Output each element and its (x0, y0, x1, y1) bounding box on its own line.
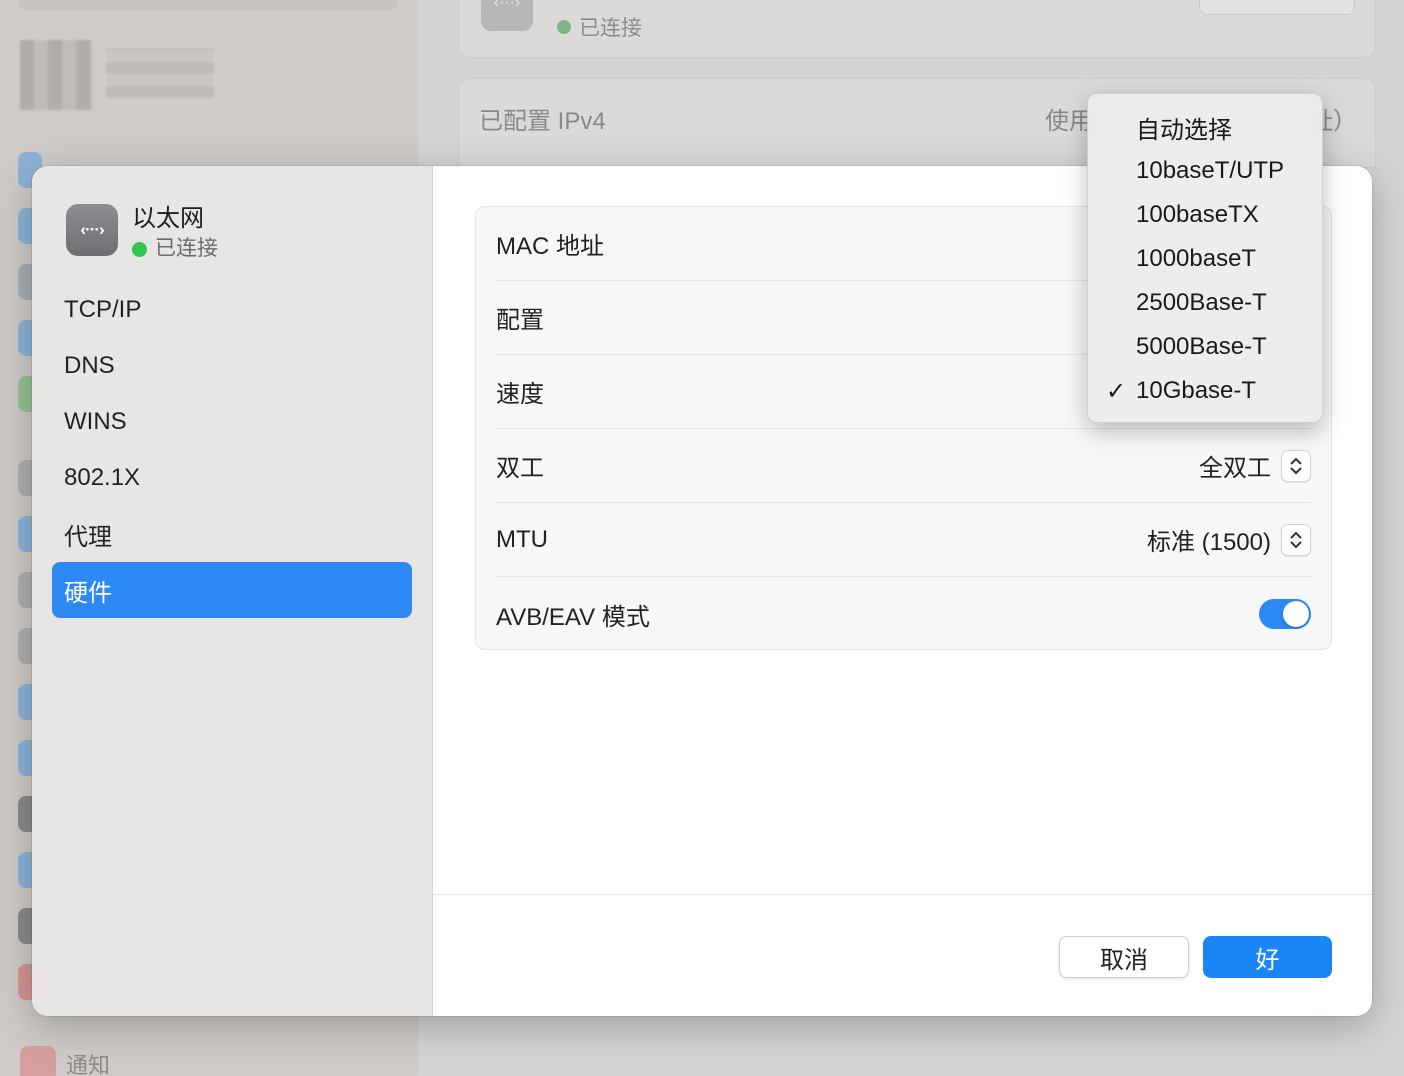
ethernet-icon: ‹···› (481, 0, 533, 31)
avb-eav-row: AVB/EAV 模式 (496, 577, 1311, 651)
speed-option-1000baset[interactable]: 1000baseT (1088, 237, 1322, 281)
nav-item-tcpip[interactable]: TCP/IP (52, 282, 412, 338)
background-sidebar-notifications: 通知 (20, 1046, 110, 1076)
details-sidebar: ‹···› 以太网 已连接 TCP/IP DNS WINS 802.1X 代理 … (32, 166, 433, 1016)
speed-option-10gbase-t[interactable]: ✓ 10Gbase-T (1088, 369, 1322, 413)
interface-header: ‹···› 以太网 已连接 (66, 204, 218, 264)
speed-option-100basetx[interactable]: 100baseTX (1088, 193, 1322, 237)
up-down-chevron-icon (1281, 449, 1311, 482)
speed-option-10baset-utp[interactable]: 10baseT/UTP (1088, 149, 1322, 193)
connected-status-dot (132, 241, 147, 257)
status-dot (557, 20, 571, 34)
duplex-popup-button[interactable]: 全双工 (1199, 448, 1311, 483)
interface-status: 已连接 (132, 234, 218, 264)
speed-popup-menu: 自动选择 10baseT/UTP 100baseTX 1000baseT 250… (1087, 93, 1323, 423)
details-nav: TCP/IP DNS WINS 802.1X 代理 硬件 (52, 282, 412, 618)
ethernet-icon: ‹···› (66, 204, 118, 256)
blurred-account-name (106, 48, 214, 98)
details-button (1199, 0, 1355, 15)
speed-option-5000base-t[interactable]: 5000Base-T (1088, 325, 1322, 369)
nav-item-wins[interactable]: WINS (52, 394, 412, 450)
up-down-chevron-icon (1281, 523, 1311, 556)
nav-item-hardware[interactable]: 硬件 (52, 562, 412, 618)
interface-name: 以太网 (132, 205, 204, 232)
nav-item-8021x[interactable]: 802.1X (52, 450, 412, 506)
mtu-row: MTU 标准 (1500) (496, 503, 1311, 577)
cancel-button[interactable]: 取消 (1059, 936, 1189, 978)
speed-option-auto[interactable]: 自动选择 (1088, 105, 1322, 149)
mtu-popup-button[interactable]: 标准 (1500) (1147, 522, 1311, 557)
background-interface-card: ‹···› 已连接 (458, 0, 1376, 58)
blurred-avatar (20, 40, 92, 110)
ok-button[interactable]: 好 (1203, 936, 1332, 978)
avb-eav-toggle[interactable] (1259, 599, 1311, 629)
nav-item-dns[interactable]: DNS (52, 338, 412, 394)
duplex-row: 双工 全双工 (496, 429, 1311, 503)
notifications-icon (20, 1046, 56, 1076)
nav-item-proxy[interactable]: 代理 (52, 506, 412, 562)
speed-option-2500base-t[interactable]: 2500Base-T (1088, 281, 1322, 325)
background-search-field (18, 0, 398, 10)
sheet-footer: 取消 好 (433, 894, 1372, 1016)
checkmark-icon: ✓ (1106, 377, 1127, 405)
